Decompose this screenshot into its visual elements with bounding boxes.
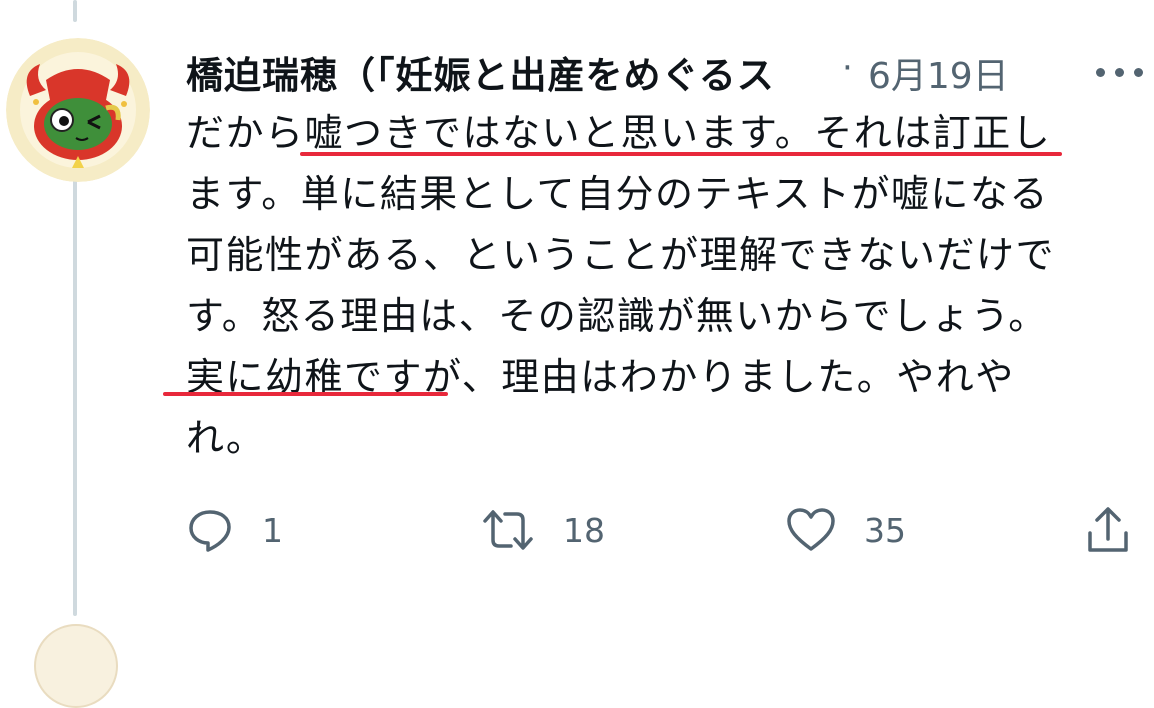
thread-line — [73, 178, 77, 616]
reply-button[interactable]: 1 — [186, 500, 283, 560]
tweet-action-bar: 1 18 35 — [186, 500, 1146, 560]
highlight-underline — [163, 392, 448, 396]
highlight-underline — [300, 152, 1062, 156]
retweet-button[interactable]: 18 — [481, 500, 605, 560]
author-avatar[interactable] — [6, 38, 150, 182]
like-button[interactable]: 35 — [786, 500, 906, 560]
tweet-text-line: れ。 — [186, 416, 266, 460]
more-dot — [1096, 68, 1105, 77]
retweet-icon — [483, 510, 533, 550]
next-tweet-avatar[interactable] — [34, 624, 118, 708]
avatar-image — [6, 38, 150, 182]
heart-icon — [787, 508, 835, 551]
tweet-text-line: ます。単に結果として自分のテキストが嘘になる — [186, 172, 1049, 216]
header-separator: · — [842, 48, 853, 88]
retweet-count: 18 — [563, 510, 605, 550]
more-dot — [1115, 68, 1124, 77]
tweet-text: だから嘘つきではないと思います。それは訂正し ます。単に結果として自分のテキスト… — [186, 103, 1126, 469]
thread-line-top — [73, 0, 77, 22]
tweet-text-line: 可能性がある、ということが理解できないだけで — [186, 233, 1056, 277]
author-name[interactable]: 橋迫瑞穂（「妊娠と出産をめぐるス — [186, 45, 838, 99]
reply-icon — [189, 510, 231, 552]
more-icon[interactable] — [1096, 68, 1144, 80]
tweet-header: 橋迫瑞穂（「妊娠と出産をめぐるス · 6月19日 — [186, 40, 1143, 100]
more-dot — [1134, 68, 1143, 77]
tweet-date[interactable]: 6月19日 — [868, 47, 1009, 99]
tweet-text-line: す。怒る理由は、その認識が無いからでしょう。 — [186, 294, 1048, 338]
tweet-text-line: 実に幼稚ですが、理由はわかりました。やれや — [186, 355, 1015, 399]
reply-count: 1 — [262, 510, 283, 550]
share-icon — [1088, 507, 1128, 552]
like-count: 35 — [864, 510, 906, 550]
share-button[interactable] — [1084, 500, 1132, 560]
